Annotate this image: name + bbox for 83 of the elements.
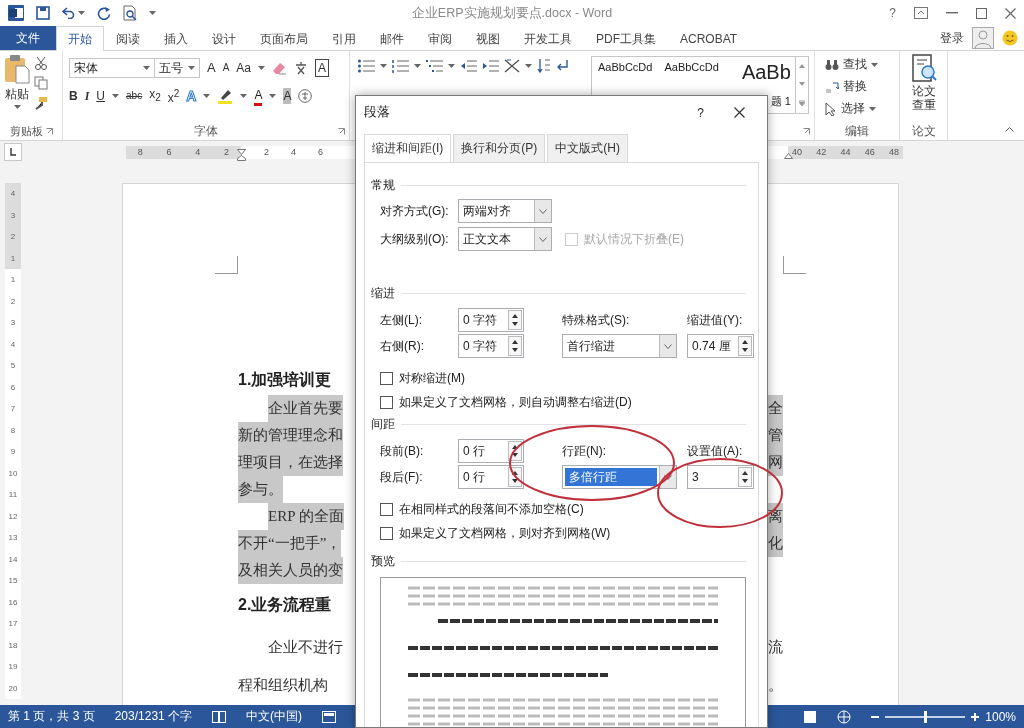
ruler-number: 1 [9,274,17,287]
ruler-number: 15 [7,575,19,588]
document-text: 管 [768,422,783,449]
section-heading: 预览 [371,552,395,570]
section-heading: 间距 [371,415,395,433]
ruler-number: 3 [5,204,21,226]
dialog-title: 段落 [364,104,391,121]
section-heading: 缩进 [371,284,395,302]
ruler-number: 9 [9,446,17,459]
ruler-number: 6 [165,147,173,157]
checkbox-label: 如果定义了文档网格，则自动调整右缩进(D) [399,393,632,411]
checkbox-label: 在相同样式的段落间不添加空格(C) [399,500,584,518]
ruler-number: 44 [839,147,852,157]
document-text: 不开“一把手”， [238,530,342,557]
field-label: 特殊格式(S): [562,311,631,329]
field-label: 左侧(L): [380,311,423,329]
ruler-number: 46 [863,147,876,157]
group-label: 字体 [194,124,218,139]
field-label: 段后(F): [380,468,424,486]
document-text: 。 [768,676,783,695]
ruler-number: 16 [7,596,19,609]
document-text: 理项目，在选择 [238,449,343,476]
ruler-number: 20 [7,682,19,695]
ruler-number: 4 [290,147,297,157]
checkbox-label: 如果定义了文档网格，则对齐到网格(W) [399,524,611,542]
document-text: ERP 的全面 [268,503,344,530]
document-text: 程和组织机构 [238,676,328,695]
ruler-number: 2 [263,147,270,157]
field-label: 大纲级别(O): [380,230,450,248]
page-count: 第 1 页，共 3 页 [8,708,95,725]
field-label: 行距(N): [562,442,607,460]
word-count: 203/1231 个字 [114,708,193,725]
ruler-number: 2 [9,295,17,308]
ruler-number: 11 [7,489,19,502]
ruler-number: 13 [7,532,19,545]
language-label: 中文(中国) [246,708,303,725]
ruler-number: 17 [7,618,19,631]
ruler-number: 4 [5,183,21,205]
ruler-number: 14 [7,553,19,566]
ruler-number: 2 [223,147,231,157]
ruler-number: 48 [888,147,900,157]
document-heading: 1.加强培训更 [238,370,332,390]
document-text: 流 [768,638,783,657]
ruler-number: 8 [136,147,144,157]
group-label: 剪贴板 [9,124,43,139]
ruler-number: 5 [9,360,17,373]
checkbox-label: 默认情况下折叠(E) [584,230,684,248]
style-name: 题 1 [770,94,791,109]
zoom-level: 100% [985,709,1016,724]
ruler-number: 10 [7,467,19,480]
field-label: 右侧(R): [380,337,425,355]
ruler-number: 12 [7,510,19,523]
window-title: 企业ERP实施规划要点.docx - Word [410,4,614,22]
ruler-number: 6 [9,381,17,394]
field-label: 缩进值(Y): [687,311,744,329]
field-label: 对齐方式(G): [380,202,450,220]
document-text: 全 [768,395,783,422]
checkbox-label: 对称缩进(M) [399,369,465,387]
document-text: 企业首先要 [268,395,343,422]
document-heading: 2.业务流程重 [238,595,332,615]
ruler-number: 7 [9,403,17,416]
document-text: 新的管理理念和 [238,422,343,449]
group-label: 论文 [911,124,936,139]
ruler-number: 40 [791,147,803,157]
field-label: 段前(B): [380,442,425,460]
field-label: 设置值(A): [687,442,744,460]
ruler-number: 19 [7,661,19,674]
document-text: 及相关人员的变 [238,557,343,584]
ruler-number: 4 [194,147,202,157]
ruler-number: 4 [9,338,17,351]
ruler-number: 2 [5,226,21,248]
document-text: 网 [768,449,783,476]
ruler-number: 1 [5,247,21,269]
document-text: 参与。 [238,476,283,503]
group-label: 编辑 [845,124,869,139]
ruler-number: 18 [7,639,19,652]
ruler-number: 42 [815,147,828,157]
ruler-number: 3 [9,317,17,330]
ruler-number: 8 [9,424,17,437]
document-text: 企业不进行 [268,638,343,657]
section-heading: 常规 [371,176,395,194]
ruler-number: 6 [317,147,324,157]
document-text: 化 [768,530,783,557]
